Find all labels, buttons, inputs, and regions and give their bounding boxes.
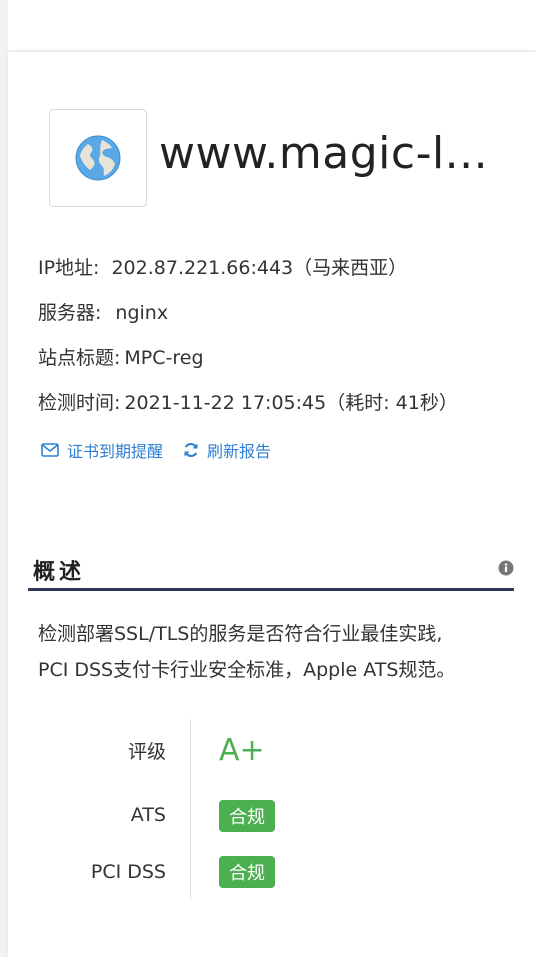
site-favicon [49, 109, 147, 207]
report-actions: 证书到期提醒 刷新报告 [41, 438, 271, 462]
ip-value: 202.87.221.66:443（马来西亚） [111, 257, 408, 279]
rating-label: 评级 [127, 741, 166, 763]
ats-status-badge: 合规 [219, 800, 275, 832]
site-title-value: MPC-reg [124, 347, 204, 369]
server-row: 服务器: nginx [38, 298, 168, 325]
globe-icon [75, 135, 121, 181]
server-value: nginx [115, 302, 169, 324]
overview-description: 检测部署SSL/TLS的服务是否符合行业最佳实践, PCI DSS支付卡行业安全… [38, 616, 508, 688]
site-title-row: 站点标题: MPC-reg [38, 343, 204, 370]
pci-dss-status-badge: 合规 [219, 856, 275, 888]
top-strip [8, 0, 536, 50]
refresh-icon [183, 442, 199, 458]
envelope-icon [41, 443, 59, 457]
refresh-report-label: 刷新报告 [207, 442, 272, 461]
overview-heading: 概述 [33, 560, 86, 585]
ip-row: IP地址: 202.87.221.66:443（马来西亚） [38, 253, 407, 280]
ats-label: ATS [130, 804, 166, 826]
check-time-label: 检测时间: [38, 392, 121, 414]
cert-expiry-reminder-label: 证书到期提醒 [67, 442, 164, 461]
refresh-report-link[interactable]: 刷新报告 [183, 438, 271, 462]
grade-divider [190, 719, 191, 899]
description-line-2: PCI DSS支付卡行业安全标准，Apple ATS规范。 [38, 659, 456, 681]
site-domain-title: www.magic-l... [159, 128, 489, 179]
rating-value: A+ [219, 733, 265, 768]
section-divider [28, 588, 514, 591]
pci-dss-label: PCI DSS [90, 861, 166, 883]
ip-label: IP地址: [38, 257, 100, 279]
check-time-row: 检测时间: 2021-11-22 17:05:45（耗时: 41秒） [38, 388, 458, 415]
check-time-value: 2021-11-22 17:05:45（耗时: 41秒） [124, 392, 458, 414]
info-icon[interactable] [498, 560, 514, 576]
cert-expiry-reminder-link[interactable]: 证书到期提醒 [41, 438, 163, 462]
site-title-label: 站点标题: [38, 347, 121, 369]
description-line-1: 检测部署SSL/TLS的服务是否符合行业最佳实践, [38, 623, 443, 645]
server-label: 服务器: [38, 302, 102, 324]
page: www.magic-l... IP地址: 202.87.221.66:443（马来… [0, 0, 536, 957]
report-card: www.magic-l... IP地址: 202.87.221.66:443（马来… [8, 52, 536, 957]
